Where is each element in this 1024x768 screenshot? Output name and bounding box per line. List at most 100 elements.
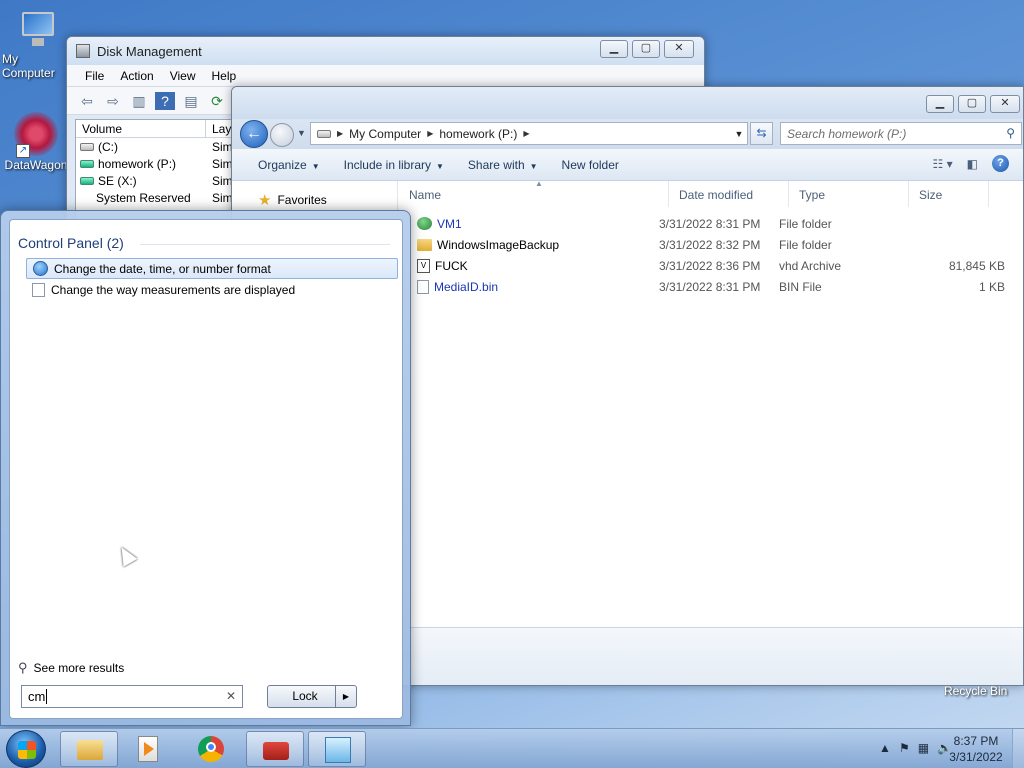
file-type: File folder bbox=[779, 216, 832, 231]
console-tree-icon[interactable]: ▥ bbox=[129, 92, 149, 110]
action-center-flag-icon[interactable]: ⚑ bbox=[899, 741, 910, 755]
close-button[interactable]: ✕ bbox=[664, 40, 694, 58]
menu-help[interactable]: Help bbox=[206, 65, 243, 86]
refresh-icon[interactable]: ⟳ bbox=[207, 92, 227, 110]
taskbar-computer-management[interactable] bbox=[246, 731, 304, 767]
view-options-icon[interactable]: ☷ ▾ bbox=[933, 157, 953, 171]
menu-view[interactable]: View bbox=[164, 65, 202, 86]
document-icon bbox=[32, 282, 45, 297]
desktop-icon-my-computer[interactable]: My Computer bbox=[2, 10, 74, 80]
clock-date: 3/31/2022 bbox=[949, 750, 1003, 764]
address-bar[interactable]: ▶ My Computer ▶ homework (P:) ▶ ▼ bbox=[310, 122, 748, 145]
divider bbox=[140, 244, 390, 245]
taskbar-control-panel[interactable] bbox=[308, 731, 366, 767]
recent-pages-dropdown[interactable]: ▼ bbox=[297, 128, 306, 138]
vhd-file-icon: V bbox=[417, 258, 430, 273]
disk-management-icon bbox=[76, 44, 90, 58]
volume-name: System Reserved bbox=[96, 190, 191, 205]
volume-name: SE (X:) bbox=[98, 173, 137, 188]
system-clock[interactable]: 8:37 PM 3/31/2022 bbox=[946, 733, 1006, 765]
search-icon[interactable]: ⚲ bbox=[1006, 126, 1015, 140]
file-type: vhd Archive bbox=[779, 258, 842, 273]
list-item[interactable]: MediaID.bin 3/31/2022 8:31 PM BIN File 1… bbox=[399, 276, 1023, 297]
file-date: 3/31/2022 8:31 PM bbox=[659, 279, 761, 294]
share-with-button[interactable]: Share with ▼ bbox=[456, 154, 550, 176]
minimize-button[interactable]: ▁ bbox=[600, 40, 628, 58]
minimize-button[interactable]: ▁ bbox=[926, 95, 954, 113]
column-size[interactable]: Size bbox=[909, 181, 989, 207]
taskbar-explorer[interactable] bbox=[60, 731, 118, 767]
column-name[interactable]: Name bbox=[399, 181, 669, 207]
help-icon[interactable]: ? bbox=[155, 91, 175, 110]
show-hidden-icons-icon[interactable]: ▲ bbox=[879, 741, 891, 755]
forward-button[interactable] bbox=[270, 123, 294, 147]
include-in-library-button[interactable]: Include in library ▼ bbox=[332, 154, 456, 176]
back-arrow-icon[interactable]: ⇦ bbox=[77, 92, 97, 110]
refresh-button[interactable]: ⇆ bbox=[750, 122, 773, 145]
desktop-icon-recycle-bin[interactable]: Recycle Bin bbox=[944, 684, 1007, 698]
file-list: ▲ Name Date modified Type Size VM1 3/31/… bbox=[399, 179, 1023, 627]
breadcrumb-homework[interactable]: homework (P:) bbox=[439, 127, 517, 141]
search-value: cm bbox=[28, 689, 46, 704]
start-search-input[interactable]: cm ✕ bbox=[21, 685, 243, 708]
file-list-header: ▲ Name Date modified Type Size bbox=[399, 179, 1023, 207]
result-change-date-time-format[interactable]: Change the date, time, or number format bbox=[26, 258, 398, 279]
menu-action[interactable]: Action bbox=[114, 65, 159, 86]
see-more-results-link[interactable]: ⚲ See more results bbox=[18, 660, 124, 676]
navigation-bar: ← ▼ ▶ My Computer ▶ homework (P:) ▶ ▼ ⇆ … bbox=[232, 119, 1023, 149]
nav-item-favorites[interactable]: ★ Favorites bbox=[258, 191, 327, 209]
desktop-icon-label: My Computer bbox=[2, 52, 55, 80]
clock-time: 8:37 PM bbox=[953, 734, 999, 748]
start-button[interactable] bbox=[6, 730, 46, 768]
start-menu: Control Panel (2) Change the date, time,… bbox=[0, 210, 411, 726]
taskbar-media-player[interactable] bbox=[120, 731, 178, 767]
list-item[interactable]: WindowsImageBackup 3/31/2022 8:32 PM Fil… bbox=[399, 234, 1023, 255]
lock-button[interactable]: Lock bbox=[267, 685, 343, 708]
command-bar: Organize ▼ Include in library ▼ Share with… bbox=[232, 149, 1023, 181]
desktop-icon-label: DataWagon bbox=[4, 158, 68, 172]
search-input[interactable]: Search homework (P:) ⚲ bbox=[780, 122, 1022, 145]
breadcrumb-separator[interactable]: ▶ bbox=[337, 129, 343, 138]
clear-search-icon[interactable]: ✕ bbox=[226, 689, 236, 703]
properties-icon[interactable]: ▤ bbox=[181, 92, 201, 110]
list-item[interactable]: VM1 3/31/2022 8:31 PM File folder bbox=[399, 213, 1023, 234]
file-date: 3/31/2022 8:32 PM bbox=[659, 237, 761, 252]
vm-folder-icon bbox=[417, 217, 432, 230]
new-folder-button[interactable]: New folder bbox=[550, 154, 631, 176]
breadcrumb-my-computer[interactable]: My Computer bbox=[349, 127, 421, 141]
show-desktop-button[interactable] bbox=[1012, 729, 1024, 768]
folder-icon bbox=[77, 740, 103, 760]
address-dropdown-icon[interactable]: ▼ bbox=[731, 129, 747, 139]
column-date-modified[interactable]: Date modified bbox=[669, 181, 789, 207]
forward-arrow-icon[interactable]: ⇨ bbox=[103, 92, 123, 110]
network-icon[interactable]: ▦ bbox=[918, 741, 929, 755]
search-icon: ⚲ bbox=[18, 660, 28, 675]
organize-button[interactable]: Organize ▼ bbox=[246, 154, 332, 176]
menu-file[interactable]: File bbox=[79, 65, 110, 86]
breadcrumb-separator[interactable]: ▶ bbox=[427, 129, 433, 138]
chrome-icon bbox=[198, 736, 224, 762]
file-date: 3/31/2022 8:36 PM bbox=[659, 258, 761, 273]
breadcrumb-separator[interactable]: ▶ bbox=[523, 129, 529, 138]
result-change-measurements[interactable]: Change the way measurements are displaye… bbox=[26, 279, 398, 300]
back-button[interactable]: ← bbox=[240, 120, 268, 148]
results-group-title[interactable]: Control Panel (2) bbox=[18, 235, 124, 251]
preview-pane-icon[interactable]: ◧ bbox=[967, 157, 978, 171]
list-item[interactable]: V FUCK 3/31/2022 8:36 PM vhd Archive 81,8… bbox=[399, 255, 1023, 276]
maximize-button[interactable]: ▢ bbox=[632, 40, 660, 58]
column-volume[interactable]: Volume bbox=[76, 120, 206, 137]
disk-management-titlebar[interactable]: Disk Management ▁ ▢ ✕ bbox=[67, 37, 704, 65]
volume-layout: Sim bbox=[212, 173, 233, 188]
drive-icon bbox=[317, 129, 331, 138]
column-type[interactable]: Type bbox=[789, 181, 909, 207]
help-icon[interactable]: ? bbox=[992, 155, 1009, 172]
volume-layout: Sim bbox=[212, 190, 233, 205]
desktop-icon-datawagon[interactable]: ↗ DataWagon bbox=[0, 112, 72, 172]
explorer-titlebar[interactable]: ▁ ▢ ✕ bbox=[232, 87, 1023, 119]
close-button[interactable]: ✕ bbox=[990, 95, 1020, 113]
file-size: 1 KB bbox=[978, 279, 1005, 294]
maximize-button[interactable]: ▢ bbox=[958, 95, 986, 113]
taskbar-chrome[interactable] bbox=[182, 731, 240, 767]
see-more-label: See more results bbox=[33, 661, 125, 675]
shutdown-options-button[interactable]: ▶ bbox=[335, 685, 357, 708]
